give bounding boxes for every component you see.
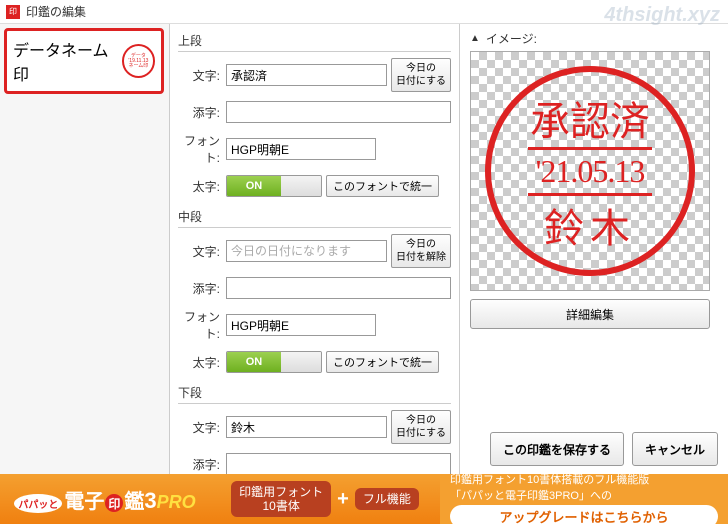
upper-text-label: 文字: xyxy=(178,67,226,84)
lower-soe-label: 添字: xyxy=(178,456,226,473)
lower-section-label: 下段 xyxy=(178,382,451,404)
save-button[interactable]: この印鑑を保存する xyxy=(490,432,624,466)
upper-soe-input[interactable] xyxy=(226,101,451,123)
stamp-mid-text: '21.05.13 xyxy=(528,147,653,196)
upper-bold-label: 太字: xyxy=(178,178,226,195)
watermark: 4thsight.xyz xyxy=(604,4,720,27)
banner-features: 印鑑用フォント10書体 + フル機能 xyxy=(210,474,440,524)
stamp-bot-text: 鈴木 xyxy=(544,196,636,254)
feature-fonts: 印鑑用フォント10書体 xyxy=(231,481,331,518)
upgrade-button[interactable]: アップグレードはこちらから xyxy=(450,505,718,528)
stamp-type-item[interactable]: データネーム印 データ'19.11.13ネーム印 xyxy=(4,28,164,94)
middle-text-label: 文字: xyxy=(178,243,226,260)
app-icon: 印 xyxy=(6,5,20,19)
middle-soe-input[interactable] xyxy=(226,277,451,299)
middle-date-button[interactable]: 今日の日付を解除 xyxy=(391,234,451,268)
middle-font-label: フォント: xyxy=(178,308,226,342)
collapse-icon[interactable]: ▲ xyxy=(470,33,480,44)
middle-bold-label: 太字: xyxy=(178,354,226,371)
promo-banner: パパッと 電子 印 鑑 3 PRO 印鑑用フォント10書体 + フル機能 印鑑用… xyxy=(0,474,728,524)
upper-font-input[interactable] xyxy=(226,138,376,160)
banner-logo: パパッと 電子 印 鑑 3 PRO xyxy=(0,474,210,524)
upper-date-button[interactable]: 今日の日付にする xyxy=(391,58,451,92)
stamp-mini-icon: データ'19.11.13ネーム印 xyxy=(122,44,155,78)
window-title: 印鑑の編集 xyxy=(26,3,86,20)
upper-bold-toggle[interactable]: ON xyxy=(226,175,322,197)
lower-soe-input[interactable] xyxy=(226,453,451,474)
middle-soe-label: 添字: xyxy=(178,280,226,297)
banner-text: 印鑑用フォント10書体搭載のフル機能版 「パパッと電子印鑑3PRO」への アップ… xyxy=(440,474,728,524)
right-panel: ▲ イメージ: 承認済 '21.05.13 鈴木 詳細編集 この印鑑を保存する … xyxy=(460,24,728,474)
feature-full: フル機能 xyxy=(355,488,419,510)
upper-soe-label: 添字: xyxy=(178,104,226,121)
upper-text-input[interactable] xyxy=(226,64,387,86)
lower-text-input[interactable] xyxy=(226,416,387,438)
stamp-top-text: 承認済 xyxy=(530,89,650,147)
left-panel: データネーム印 データ'19.11.13ネーム印 xyxy=(0,24,170,474)
middle-section-label: 中段 xyxy=(178,206,451,228)
lower-text-label: 文字: xyxy=(178,419,226,436)
middle-font-input[interactable] xyxy=(226,314,376,336)
upper-section-label: 上段 xyxy=(178,30,451,52)
center-panel: 上段 文字: 今日の日付にする 添字: フォント: 太字: ON このフォントで… xyxy=(170,24,460,474)
upper-font-label: フォント: xyxy=(178,132,226,166)
preview-label: イメージ: xyxy=(486,30,537,47)
preview-box: 承認済 '21.05.13 鈴木 xyxy=(470,51,710,291)
lower-date-button[interactable]: 今日の日付にする xyxy=(391,410,451,444)
upper-unify-button[interactable]: このフォントで統一 xyxy=(326,175,439,197)
middle-bold-toggle[interactable]: ON xyxy=(226,351,322,373)
stamp-type-label: データネーム印 xyxy=(13,37,122,85)
cancel-button[interactable]: キャンセル xyxy=(632,432,718,466)
main-area: データネーム印 データ'19.11.13ネーム印 上段 文字: 今日の日付にする… xyxy=(0,24,728,474)
detail-edit-button[interactable]: 詳細編集 xyxy=(470,299,710,329)
middle-text-input[interactable] xyxy=(226,240,387,262)
plus-icon: + xyxy=(337,488,349,511)
stamp-preview: 承認済 '21.05.13 鈴木 xyxy=(485,66,695,276)
middle-unify-button[interactable]: このフォントで統一 xyxy=(326,351,439,373)
